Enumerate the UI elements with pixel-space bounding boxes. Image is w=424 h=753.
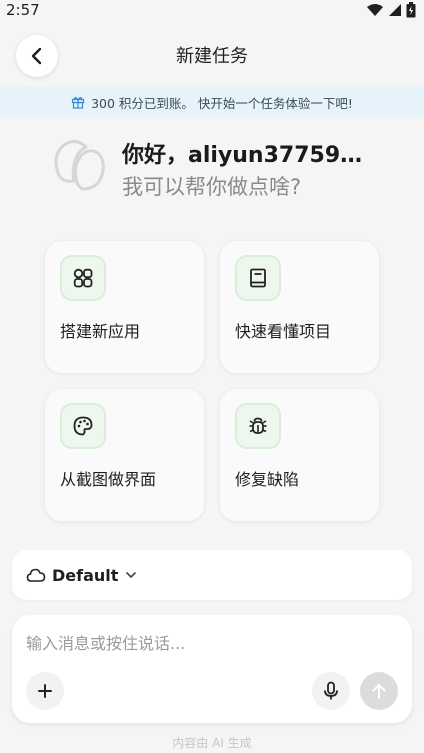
- app-logo-icon: [54, 140, 105, 191]
- card-icon-wrap: [235, 403, 281, 449]
- header: 新建任务: [0, 32, 424, 78]
- model-selector[interactable]: Default: [12, 550, 412, 600]
- greeting: 你好，aliyun3775919… 我可以帮你做点啥?: [48, 135, 408, 199]
- banner-text: 300 积分已到账。 快开始一个任务体验一下吧!: [91, 95, 353, 111]
- composer: [12, 615, 412, 723]
- card-label: 搭建新应用: [60, 322, 141, 341]
- card-label: 修复缺陷: [235, 470, 300, 489]
- status-time: 2:57: [6, 1, 40, 19]
- credits-banner: 300 积分已到账。 快开始一个任务体验一下吧!: [0, 87, 424, 117]
- ai-disclaimer: 内容由 AI 生成: [172, 736, 252, 750]
- card-icon-wrap: [60, 403, 106, 449]
- greeting-title: 你好，aliyun3775919…: [122, 143, 372, 168]
- card-understand-project[interactable]: 快速看懂项目: [219, 240, 380, 374]
- bug-icon: [249, 417, 267, 434]
- plus-icon: [38, 684, 52, 698]
- greeting-subtitle: 我可以帮你做点啥?: [122, 175, 302, 199]
- signal-icon: [389, 4, 401, 16]
- card-label: 快速看懂项目: [235, 322, 332, 341]
- quick-actions: 搭建新应用 快速看懂项目 从截图做界面 修复缺陷: [44, 240, 380, 522]
- message-input[interactable]: [26, 631, 396, 655]
- card-fix-bug[interactable]: 修复缺陷: [219, 388, 380, 522]
- wifi-icon: [367, 4, 383, 16]
- chevron-down-icon: [126, 572, 137, 578]
- card-ui-from-screenshot[interactable]: 从截图做界面: [44, 388, 205, 522]
- model-name: Default: [52, 565, 119, 585]
- attach-button[interactable]: [26, 672, 64, 710]
- card-icon-wrap: [60, 255, 106, 301]
- card-icon-wrap: [235, 255, 281, 301]
- card-label: 从截图做界面: [60, 470, 157, 489]
- send-button[interactable]: [360, 672, 398, 710]
- microphone-icon: [324, 681, 338, 700]
- arrow-up-icon: [372, 684, 386, 699]
- status-icons: [366, 2, 416, 18]
- cloud-icon: [26, 568, 46, 582]
- palette-icon: [73, 416, 93, 436]
- back-button[interactable]: [16, 35, 58, 77]
- page-title: 新建任务: [176, 46, 248, 67]
- battery-icon: [406, 2, 416, 18]
- gift-icon: [71, 96, 85, 109]
- voice-button[interactable]: [312, 672, 350, 710]
- book-icon: [250, 268, 266, 288]
- card-build-new-app[interactable]: 搭建新应用: [44, 240, 205, 374]
- status-bar: 2:57: [0, 0, 424, 20]
- chevron-left-icon: [31, 47, 42, 65]
- apps-grid-icon: [73, 268, 93, 288]
